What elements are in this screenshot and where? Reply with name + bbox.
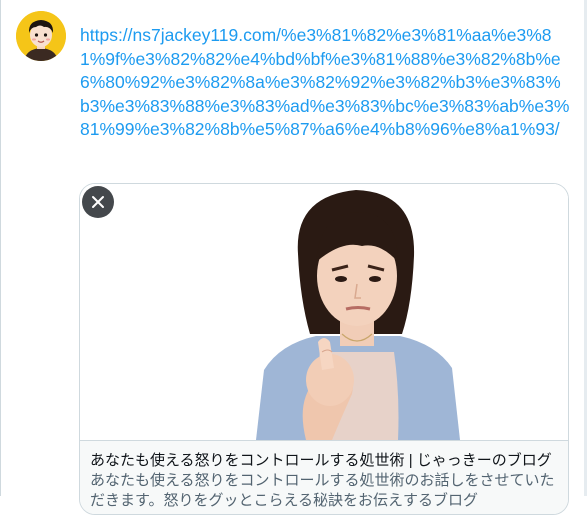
card-description: あなたも使える怒りをコントロールする処世術のお話しをさせていただきます。怒りをグ… — [90, 472, 555, 509]
avatar-illustration-icon — [16, 11, 66, 61]
close-icon — [92, 196, 104, 208]
left-border — [0, 0, 1, 496]
link-preview-card[interactable]: あなたも使える怒りをコントロールする処世術 | じゃっきーのブログ あなたも使え… — [79, 183, 569, 515]
card-title: あなたも使える怒りをコントロールする処世術 | じゃっきーのブログ — [90, 452, 552, 469]
card-image — [80, 184, 568, 440]
card-photo — [80, 184, 568, 440]
remove-card-button[interactable] — [82, 186, 114, 218]
card-meta: あなたも使える怒りをコントロールする処世術 | じゃっきーのブログ あなたも使え… — [80, 440, 568, 514]
user-avatar[interactable] — [16, 11, 66, 61]
tweet-link-text[interactable]: https://ns7jackey119.com/%e3%81%82%e3%81… — [80, 24, 570, 142]
